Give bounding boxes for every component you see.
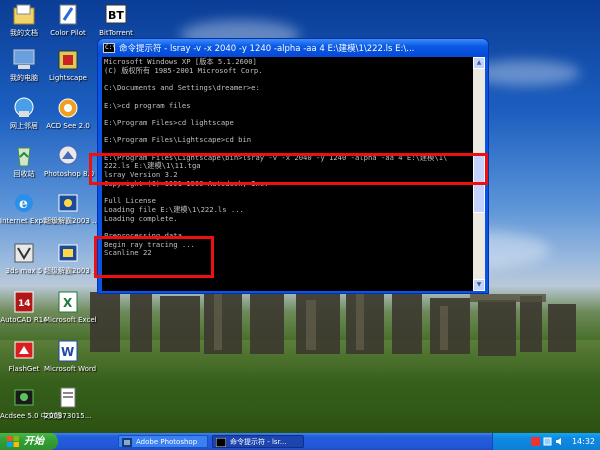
console-line: E:\Program Files\Lightscape>cd bin — [104, 135, 252, 145]
console-line: C:\Documents and Settings\dreamer>e: — [104, 83, 260, 93]
console-line: E:\>cd program files — [104, 100, 191, 110]
console-icon — [216, 438, 226, 447]
windows-logo-icon — [7, 436, 19, 447]
icon-label: Color Pilot — [50, 29, 86, 37]
desktop-icon-shortcut-2[interactable]: 超级解霸2003 ... — [44, 240, 99, 275]
icon-label: 超级解霸2003 ... — [44, 217, 99, 225]
excel-icon: X — [53, 289, 83, 315]
scroll-down-icon[interactable]: ▼ — [473, 279, 485, 291]
lightscape-icon — [53, 47, 83, 73]
icon-label: AutoCAD R14 — [0, 316, 48, 324]
console-line: Microsoft Windows XP [版本 5.1.2600] — [104, 57, 257, 66]
console-line: E:\Program Files>cd lightscape — [104, 117, 234, 127]
svg-text:BT: BT — [108, 9, 124, 22]
desktop-icon-network[interactable]: 网上邻居 — [0, 95, 48, 130]
svg-text:e: e — [19, 196, 28, 212]
my-computer-icon — [9, 47, 39, 73]
desktop-icon-photoshop[interactable]: Photoshop 8.0 — [44, 143, 95, 178]
icon-label: Acdsee 5.0 中文版 — [0, 412, 62, 420]
my-documents-icon — [9, 2, 39, 28]
recycle-bin-icon — [9, 143, 39, 169]
start-button[interactable]: 开始 — [0, 433, 58, 450]
network-places-icon — [9, 95, 39, 121]
acdsee-icon — [9, 385, 39, 411]
highlight-command-box — [89, 153, 488, 185]
autocad-icon: 14 — [9, 289, 39, 315]
icon-label: Internet Explorer — [0, 217, 60, 225]
svg-text:W: W — [61, 345, 74, 359]
acd-see-icon — [53, 95, 83, 121]
bittorrent-icon: BT — [101, 2, 131, 28]
icon-label: BitTorrent — [99, 29, 133, 37]
desktop-icon-bittorrent[interactable]: BT BitTorrent — [92, 2, 140, 37]
window-titlebar[interactable]: C:\ 命令提示符 - lsray -v -x 2040 -y 1240 -al… — [98, 39, 488, 57]
icon-label: 回收站 — [13, 170, 35, 178]
desktop-icon-internet-explorer[interactable]: e Internet Explorer — [0, 190, 60, 225]
highlight-progress-box — [94, 236, 214, 278]
network-icon[interactable] — [543, 437, 552, 446]
console-line: Loading file E:\建模\1\222.ls ... — [104, 204, 244, 214]
desktop-icon-color-pilot[interactable]: Color Pilot — [44, 2, 92, 37]
color-pilot-icon — [53, 2, 83, 28]
icon-label: 超级解霸2003 ... — [44, 267, 99, 275]
desktop-icon-shortcut[interactable]: 超级解霸2003 ... — [44, 190, 99, 225]
icon-label: 3ds max 5 — [5, 267, 43, 275]
icon-label: 我的电脑 — [10, 74, 38, 82]
desktop-icon-3dsmax[interactable]: 3ds max 5 — [0, 240, 48, 275]
start-label: 开始 — [24, 436, 44, 447]
desktop-icon-lightscape[interactable]: Lightscape — [44, 47, 92, 82]
console-line: (C) 版权所有 1985-2001 Microsoft Corp. — [104, 65, 263, 75]
shortcut-icon — [53, 190, 83, 216]
taskbar-button-command-prompt[interactable]: 命令提示符 - lsr... — [212, 435, 304, 448]
svg-text:X: X — [63, 296, 73, 310]
word-icon: W — [53, 338, 83, 364]
icon-label: 我的文档 — [10, 29, 38, 37]
desktop-icon-autocad[interactable]: 14 AutoCAD R14 — [0, 289, 48, 324]
console-line: Loading complete. — [104, 213, 178, 223]
3dsmax-icon — [9, 240, 39, 266]
desktop-icon-acd-see[interactable]: ACD See 2.0 — [44, 95, 92, 130]
icon-label: Microsoft Word — [44, 365, 97, 373]
taskbar-button-label: Adobe Photoshop — [136, 438, 198, 446]
shortcut-icon-2 — [53, 240, 83, 266]
icon-label: Photoshop 8.0 — [44, 170, 95, 178]
desktop-icon-my-documents[interactable]: 我的文档 — [0, 2, 48, 37]
photoshop-icon — [53, 143, 83, 169]
icon-label: 网上邻居 — [10, 122, 38, 130]
desktop-icon-acdsee[interactable]: Acdsee 5.0 中文版 — [0, 385, 62, 420]
icon-label: ACD See 2.0 — [46, 122, 90, 130]
desktop-icon-excel[interactable]: X Microsoft Excel — [44, 289, 97, 324]
icon-label: Lightscape — [48, 74, 87, 82]
clock: 14:32 — [571, 437, 595, 446]
svg-text:14: 14 — [18, 299, 31, 309]
internet-explorer-icon: e — [9, 190, 39, 216]
desktop-icon-document[interactable]: 200373015... — [44, 385, 92, 420]
flashget-icon — [9, 338, 39, 364]
icon-label: Microsoft Excel — [44, 316, 97, 324]
scroll-up-icon[interactable]: ▲ — [473, 57, 485, 69]
desktop-icon-recycle-bin[interactable]: 回收站 — [0, 143, 48, 178]
volume-icon[interactable] — [555, 437, 564, 446]
tray-app-icon[interactable] — [531, 437, 540, 446]
console-line: Full License — [104, 196, 156, 206]
icon-label: 200373015... — [44, 412, 92, 420]
photoshop-icon — [122, 438, 132, 447]
desktop-icon-my-computer[interactable]: 我的电脑 — [0, 47, 48, 82]
system-tray: 14:32 — [492, 433, 600, 450]
taskbar-button-label: 命令提示符 - lsr... — [230, 438, 287, 446]
window-title: 命令提示符 - lsray -v -x 2040 -y 1240 -alpha … — [119, 44, 415, 54]
document-icon — [53, 385, 83, 411]
desktop-icon-word[interactable]: W Microsoft Word — [44, 338, 97, 373]
console-icon: C:\ — [103, 43, 116, 53]
taskbar: 开始 Adobe Photoshop 命令提示符 - lsr... CH 14:… — [0, 433, 600, 450]
desktop-icon-flashget[interactable]: FlashGet — [0, 338, 48, 373]
icon-label: FlashGet — [8, 365, 40, 373]
taskbar-button-photoshop[interactable]: Adobe Photoshop — [118, 435, 208, 448]
